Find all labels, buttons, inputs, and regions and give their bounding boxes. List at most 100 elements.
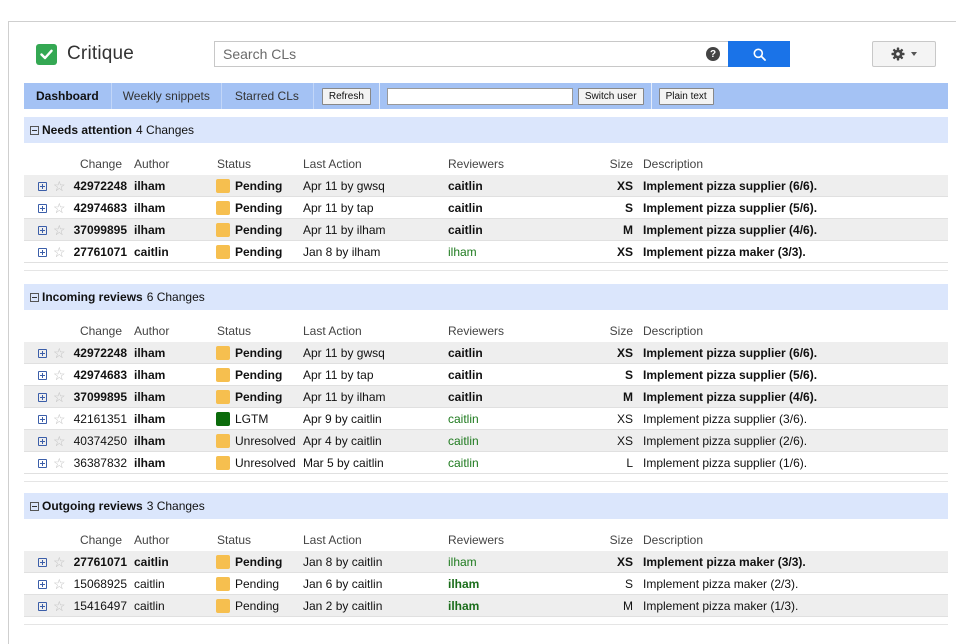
reviewers[interactable]: caitlin: [448, 175, 483, 197]
minus-box-icon[interactable]: [30, 501, 39, 511]
plus-box-icon[interactable]: [38, 601, 47, 611]
plus-box-icon[interactable]: [38, 225, 47, 235]
expand-cell[interactable]: [38, 551, 47, 573]
table-row[interactable]: ☆ 36387832 ilham Unresolved Mar 5 by caitlin…: [24, 452, 948, 474]
plus-box-icon[interactable]: [38, 557, 47, 567]
author[interactable]: caitlin: [134, 551, 169, 573]
table-row[interactable]: ☆ 37099895 ilham Pending Apr 11 by ilham cait…: [24, 386, 948, 408]
change-id[interactable]: 37099895: [74, 219, 127, 241]
table-row[interactable]: ☆ 42974683 ilham Pending Apr 11 by tap caitli…: [24, 197, 948, 219]
plus-box-icon[interactable]: [38, 370, 47, 380]
help-icon[interactable]: ?: [706, 47, 720, 61]
description[interactable]: Implement pizza maker (3/3).: [643, 551, 806, 573]
table-row[interactable]: ☆ 42972248 ilham Pending Apr 11 by gwsq caitl…: [24, 342, 948, 364]
author[interactable]: ilham: [134, 342, 165, 364]
section-header[interactable]: Incoming reviews 6 Changes: [24, 284, 948, 310]
plus-box-icon[interactable]: [38, 181, 47, 191]
star-cell[interactable]: ☆: [53, 408, 66, 430]
author[interactable]: ilham: [134, 430, 165, 452]
column-header-description[interactable]: Description: [643, 153, 703, 175]
settings-button[interactable]: [872, 41, 936, 67]
star-outline-icon[interactable]: ☆: [53, 223, 66, 237]
column-header-change[interactable]: Change: [75, 529, 122, 551]
change-id[interactable]: 15416497: [74, 595, 127, 617]
author[interactable]: ilham: [134, 452, 165, 474]
star-cell[interactable]: ☆: [53, 219, 66, 241]
plus-box-icon[interactable]: [38, 247, 47, 257]
column-header-status[interactable]: Status: [217, 529, 251, 551]
star-cell[interactable]: ☆: [53, 175, 66, 197]
description[interactable]: Implement pizza maker (3/3).: [643, 241, 806, 263]
star-cell[interactable]: ☆: [53, 551, 66, 573]
reviewers[interactable]: caitlin: [448, 197, 483, 219]
author[interactable]: ilham: [134, 386, 165, 408]
star-outline-icon[interactable]: ☆: [53, 245, 66, 259]
author[interactable]: ilham: [134, 175, 165, 197]
description[interactable]: Implement pizza supplier (3/6).: [643, 408, 807, 430]
change-id[interactable]: 42161351: [74, 408, 127, 430]
plus-box-icon[interactable]: [38, 203, 47, 213]
star-cell[interactable]: ☆: [53, 342, 66, 364]
table-row[interactable]: ☆ 37099895 ilham Pending Apr 11 by ilham cait…: [24, 219, 948, 241]
plus-box-icon[interactable]: [38, 348, 47, 358]
column-header-size[interactable]: Size: [584, 153, 633, 175]
column-header-author[interactable]: Author: [134, 153, 169, 175]
star-outline-icon[interactable]: ☆: [53, 390, 66, 404]
expand-cell[interactable]: [38, 573, 47, 595]
column-header-last-action[interactable]: Last Action: [303, 529, 362, 551]
column-header-description[interactable]: Description: [643, 320, 703, 342]
change-id[interactable]: 36387832: [74, 452, 127, 474]
minus-box-icon[interactable]: [30, 125, 39, 135]
star-outline-icon[interactable]: ☆: [53, 368, 66, 382]
description[interactable]: Implement pizza supplier (4/6).: [643, 386, 817, 408]
table-row[interactable]: ☆ 15416497 caitlin Pending Jan 2 by caitlin i…: [24, 595, 948, 617]
table-row[interactable]: ☆ 27761071 caitlin Pending Jan 8 by ilham ilh…: [24, 241, 948, 263]
reviewers[interactable]: ilham: [448, 595, 479, 617]
column-header-reviewers[interactable]: Reviewers: [448, 153, 504, 175]
star-outline-icon[interactable]: ☆: [53, 456, 66, 470]
description[interactable]: Implement pizza supplier (1/6).: [643, 452, 807, 474]
column-header-size[interactable]: Size: [584, 320, 633, 342]
expand-cell[interactable]: [38, 430, 47, 452]
refresh-button[interactable]: Refresh: [321, 87, 371, 105]
tab-starred-cls[interactable]: Starred CLs: [222, 83, 314, 109]
expand-cell[interactable]: [38, 219, 47, 241]
star-outline-icon[interactable]: ☆: [53, 555, 66, 569]
plus-box-icon[interactable]: [38, 436, 47, 446]
section-header[interactable]: Needs attention 4 Changes: [24, 117, 948, 143]
author[interactable]: ilham: [134, 364, 165, 386]
description[interactable]: Implement pizza supplier (5/6).: [643, 364, 817, 386]
star-cell[interactable]: ☆: [53, 452, 66, 474]
column-header-status[interactable]: Status: [217, 320, 251, 342]
star-outline-icon[interactable]: ☆: [53, 577, 66, 591]
star-outline-icon[interactable]: ☆: [53, 434, 66, 448]
column-header-author[interactable]: Author: [134, 320, 169, 342]
description[interactable]: Implement pizza supplier (6/6).: [643, 342, 817, 364]
expand-cell[interactable]: [38, 595, 47, 617]
change-id[interactable]: 37099895: [74, 386, 127, 408]
column-header-change[interactable]: Change: [75, 153, 122, 175]
minus-box-icon[interactable]: [30, 292, 39, 302]
author[interactable]: caitlin: [134, 241, 169, 263]
column-header-last-action[interactable]: Last Action: [303, 320, 362, 342]
plain-text-button[interactable]: Plain text: [658, 87, 714, 105]
reviewers[interactable]: caitlin: [448, 430, 479, 452]
plus-box-icon[interactable]: [38, 392, 47, 402]
reviewers[interactable]: ilham: [448, 573, 479, 595]
change-id[interactable]: 40374250: [74, 430, 127, 452]
plus-box-icon[interactable]: [38, 579, 47, 589]
change-id[interactable]: 42972248: [74, 342, 127, 364]
reviewers[interactable]: ilham: [448, 241, 477, 263]
search-button[interactable]: [728, 41, 790, 67]
reviewers[interactable]: ilham: [448, 551, 477, 573]
column-header-reviewers[interactable]: Reviewers: [448, 529, 504, 551]
author[interactable]: caitlin: [134, 595, 165, 617]
column-header-status[interactable]: Status: [217, 153, 251, 175]
user-field[interactable]: [386, 87, 573, 105]
reviewers[interactable]: caitlin: [448, 452, 479, 474]
change-id[interactable]: 42974683: [74, 197, 127, 219]
reviewers[interactable]: caitlin: [448, 342, 483, 364]
reviewers[interactable]: caitlin: [448, 408, 479, 430]
plus-box-icon[interactable]: [38, 458, 47, 468]
column-header-change[interactable]: Change: [75, 320, 122, 342]
